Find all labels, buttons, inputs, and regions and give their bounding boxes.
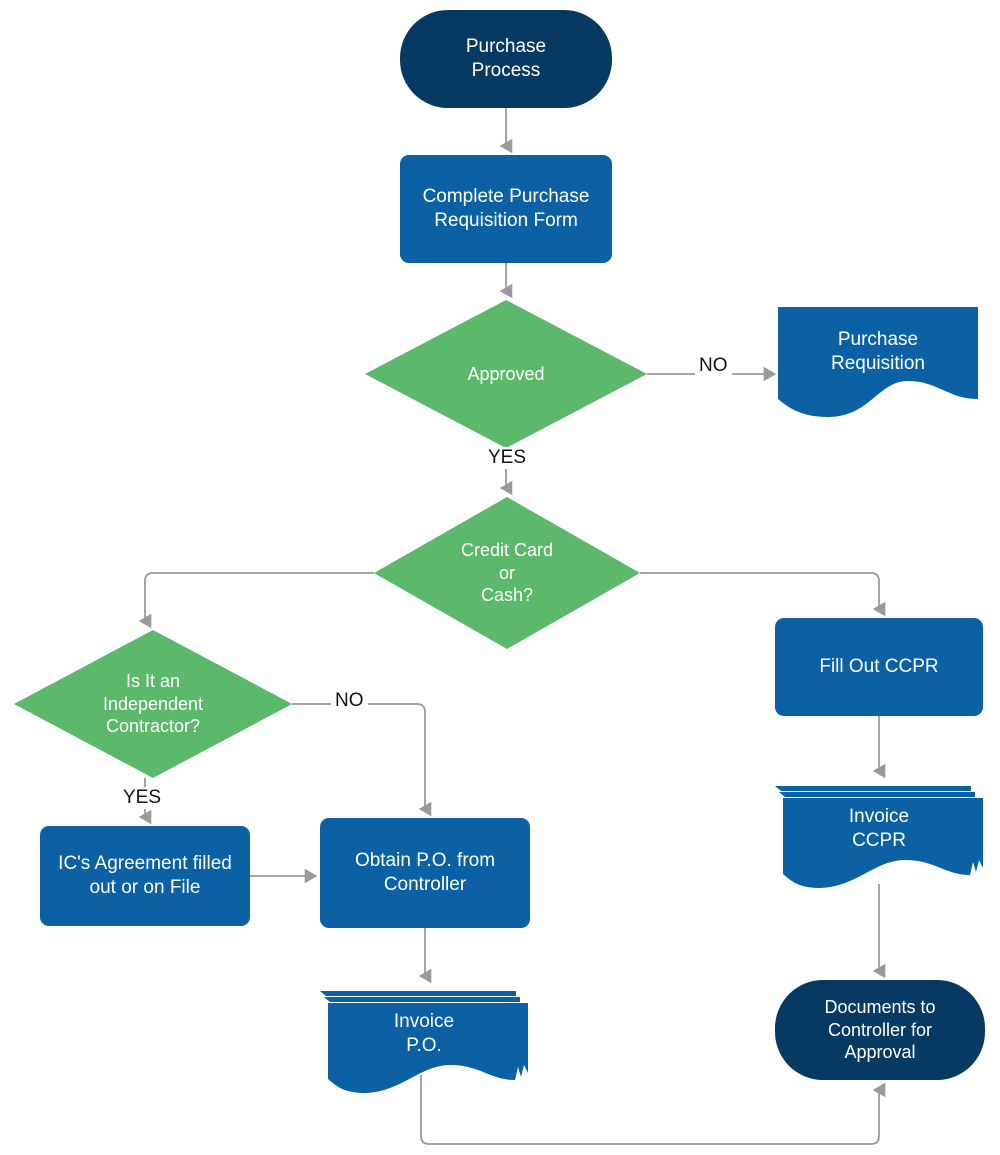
node-purchase-requisition-label: Purchase Requisition [831,329,925,374]
node-invoice-ccpr-label: Invoice CCPR [848,805,910,851]
edge-credit-card-to-contractor [138,572,374,629]
edge-label-approved-yes: YES [484,447,531,469]
edge-label-approved-no: NO [695,355,732,377]
node-documents-to-controller-for-approval-label: Documents to Controller for Approval [824,997,936,1063]
node-is-it-an-independent-contractor-label: Is It an Independent Contractor? [102,671,204,737]
node-invoice-po-label: Invoice P.O. [393,1010,455,1056]
node-credit-card-or-cash[interactable]: Credit Card or Cash? [374,497,640,649]
edge-contractor-no-to-obtain-po [292,703,432,817]
edge-label-contractor-no: NO [331,690,368,712]
node-invoice-ccpr[interactable]: Invoice CCPR [775,780,983,895]
node-complete-purchase-requisition-form[interactable]: Complete Purchase Requisition Form [400,155,612,263]
node-approved-label: Approved [467,363,545,384]
node-obtain-po-from-controller-label: Obtain P.O. from Controller [354,850,496,895]
node-ics-agreement[interactable]: IC's Agreement filled out or on File [40,826,250,926]
node-fill-out-ccpr-label: Fill Out CCPR [819,656,939,678]
node-purchase-process-label: Purchase Process [465,36,547,81]
node-approved[interactable]: Approved [365,300,647,448]
node-purchase-process[interactable]: Purchase Process [400,10,612,108]
edge-label-contractor-yes: YES [119,787,166,809]
edge-credit-card-to-fill-out-ccpr [640,572,886,617]
node-is-it-an-independent-contractor[interactable]: Is It an Independent Contractor? [14,630,292,778]
node-credit-card-or-cash-label: Credit Card or Cash? [460,540,554,606]
node-invoice-po[interactable]: Invoice P.O. [320,985,528,1100]
node-fill-out-ccpr[interactable]: Fill Out CCPR [775,618,983,716]
node-complete-purchase-requisition-form-label: Complete Purchase Requisition Form [422,186,590,231]
node-documents-to-controller-for-approval[interactable]: Documents to Controller for Approval [775,980,985,1080]
flowchart-canvas: Purchase Process Complete Purchase Requi… [0,0,1000,1155]
node-ics-agreement-label: IC's Agreement filled out or on File [58,853,232,898]
node-purchase-requisition[interactable]: Purchase Requisition [778,307,978,427]
node-obtain-po-from-controller[interactable]: Obtain P.O. from Controller [320,818,530,928]
